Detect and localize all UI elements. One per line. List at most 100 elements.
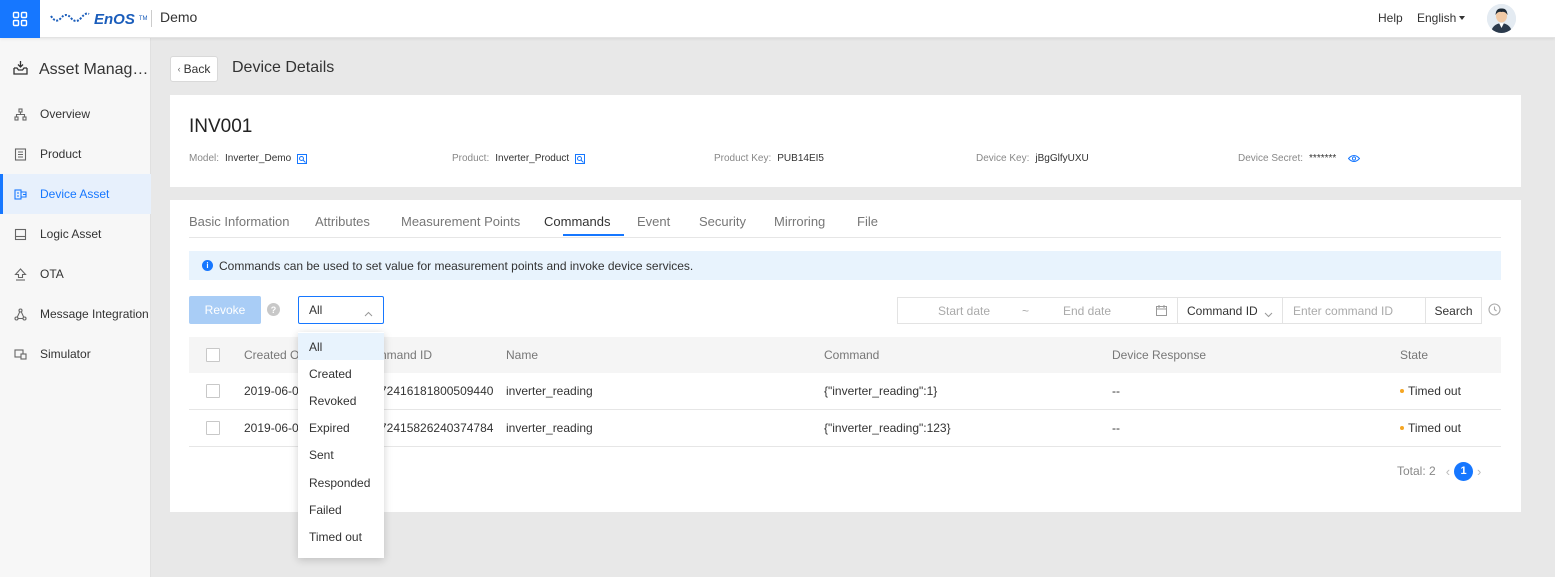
tab-bar: Basic Information Attributes Measurement… [189,200,1501,238]
sidebar-item-label: Message Integration [40,307,149,321]
page-title: Device Details [232,59,335,76]
cell-command-id: 72416181800509440 [380,384,494,398]
device-secret-meta: Device Secret: ******* [1238,153,1361,164]
caret-down-icon [1459,16,1466,20]
total-count: Total: 2 [1397,464,1436,478]
back-button[interactable]: ‹ Back [170,56,218,82]
column-command[interactable]: Command [824,348,879,362]
integration-icon [13,307,27,321]
row-checkbox[interactable] [206,421,220,435]
state-label: Timed out [1408,421,1461,435]
date-range-picker[interactable]: Start date ~ End date [897,297,1178,324]
asset-inbox-icon [12,59,29,81]
history-icon[interactable] [1488,303,1501,319]
top-bar: EnOS TM Demo Help English [0,0,1555,38]
chevron-up-icon [364,306,373,320]
status-dot [1400,426,1404,430]
active-tab-indicator [563,234,624,236]
grid-icon [12,11,28,27]
cell-state: Timed out [1400,384,1461,398]
table-row[interactable]: 2019-06-0 72415826240374784 inverter_rea… [189,410,1501,447]
product-meta: Product: Inverter_Product [452,153,586,164]
dropdown-option-expired[interactable]: Expired [298,414,384,441]
revoke-button[interactable]: Revoke [189,296,261,324]
dropdown-option-created[interactable]: Created [298,360,384,387]
cell-device-response: -- [1112,421,1120,435]
column-state[interactable]: State [1400,348,1428,362]
sidebar-item-label: Overview [40,107,91,121]
dropdown-option-all[interactable]: All [298,333,384,360]
tab-file[interactable]: File [857,214,878,229]
tab-mirroring[interactable]: Mirroring [774,214,825,229]
chevron-left-icon: ‹ [177,64,181,74]
tab-security[interactable]: Security [699,214,746,229]
product-key-meta: Product Key: PUB14EI5 [714,153,824,164]
org-name[interactable]: Demo [160,9,197,25]
help-link[interactable]: Help [1378,11,1403,25]
tab-measurement-points[interactable]: Measurement Points [401,214,520,229]
sidebar-item-logic-asset[interactable]: Logic Asset [0,214,151,254]
app-launcher-button[interactable] [0,0,40,38]
tab-basic-information[interactable]: Basic Information [189,214,289,229]
open-link-icon[interactable] [575,153,586,164]
sidebar-item-device-asset[interactable]: Device Asset [0,174,151,214]
chevron-left-icon[interactable]: ‹ [1446,464,1450,479]
cell-name: inverter_reading [506,421,593,435]
dropdown-option-revoked[interactable]: Revoked [298,387,384,414]
dropdown-option-timed-out[interactable]: Timed out [298,523,384,550]
divider [151,10,152,27]
question-icon[interactable]: ? [267,303,280,316]
state-filter-select[interactable]: All [298,296,384,324]
chevron-right-icon[interactable]: › [1477,464,1481,479]
eye-icon[interactable] [1348,154,1361,163]
simulator-icon [13,347,27,361]
row-checkbox[interactable] [206,384,220,398]
state-label: Timed out [1408,384,1461,398]
end-date-input[interactable]: End date [1063,304,1111,318]
language-label: English [1417,11,1457,25]
product-icon [13,147,27,161]
column-command-id[interactable]: nmand ID [380,348,432,362]
tab-commands[interactable]: Commands [544,214,610,229]
calendar-icon [1156,305,1167,319]
sidebar-item-overview[interactable]: Overview [0,94,151,134]
logo-wave-icon [50,12,90,27]
page-button-current[interactable]: 1 [1454,461,1474,481]
tab-attributes[interactable]: Attributes [315,214,370,229]
column-device-response[interactable]: Device Response [1112,348,1206,362]
cell-created-on: 2019-06-0 [244,421,299,435]
table-row[interactable]: 2019-06-0 72416181800509440 inverter_rea… [189,373,1501,410]
dropdown-option-responded[interactable]: Responded [298,469,384,496]
org-chart-icon [13,107,27,121]
dropdown-option-failed[interactable]: Failed [298,496,384,523]
dropdown-option-sent[interactable]: Sent [298,441,384,468]
cell-name: inverter_reading [506,384,593,398]
info-message: Commands can be used to set value for me… [219,258,694,273]
sidebar-item-ota[interactable]: OTA [0,254,151,294]
open-link-icon[interactable] [297,153,308,164]
sidebar-item-simulator[interactable]: Simulator [0,334,151,374]
sidebar-item-product[interactable]: Product [0,134,151,174]
info-banner: i Commands can be used to set value for … [189,251,1501,280]
info-icon: i [202,260,213,271]
select-all-checkbox[interactable] [206,348,220,362]
enos-logo[interactable]: EnOS TM [50,9,148,29]
column-name[interactable]: Name [506,348,538,362]
language-select[interactable]: English [1417,11,1466,25]
start-date-input[interactable]: Start date [938,304,990,318]
tab-event[interactable]: Event [637,214,670,229]
state-filter-value: All [309,303,323,317]
status-dot [1400,389,1404,393]
user-avatar[interactable] [1487,4,1516,33]
sidebar-item-label: Device Asset [40,187,110,201]
search-button[interactable]: Search [1425,297,1482,324]
search-field-select[interactable]: Command ID [1177,297,1283,324]
command-id-input[interactable] [1282,297,1426,324]
range-separator: ~ [1022,304,1030,318]
upload-icon [13,267,27,281]
column-created-on[interactable]: Created O [244,348,299,362]
sidebar-title: Asset Manag… [12,59,148,81]
cell-device-response: -- [1112,384,1120,398]
model-meta: Model: Inverter_Demo [189,153,308,164]
sidebar-item-message-integration[interactable]: Message Integration [0,294,151,334]
